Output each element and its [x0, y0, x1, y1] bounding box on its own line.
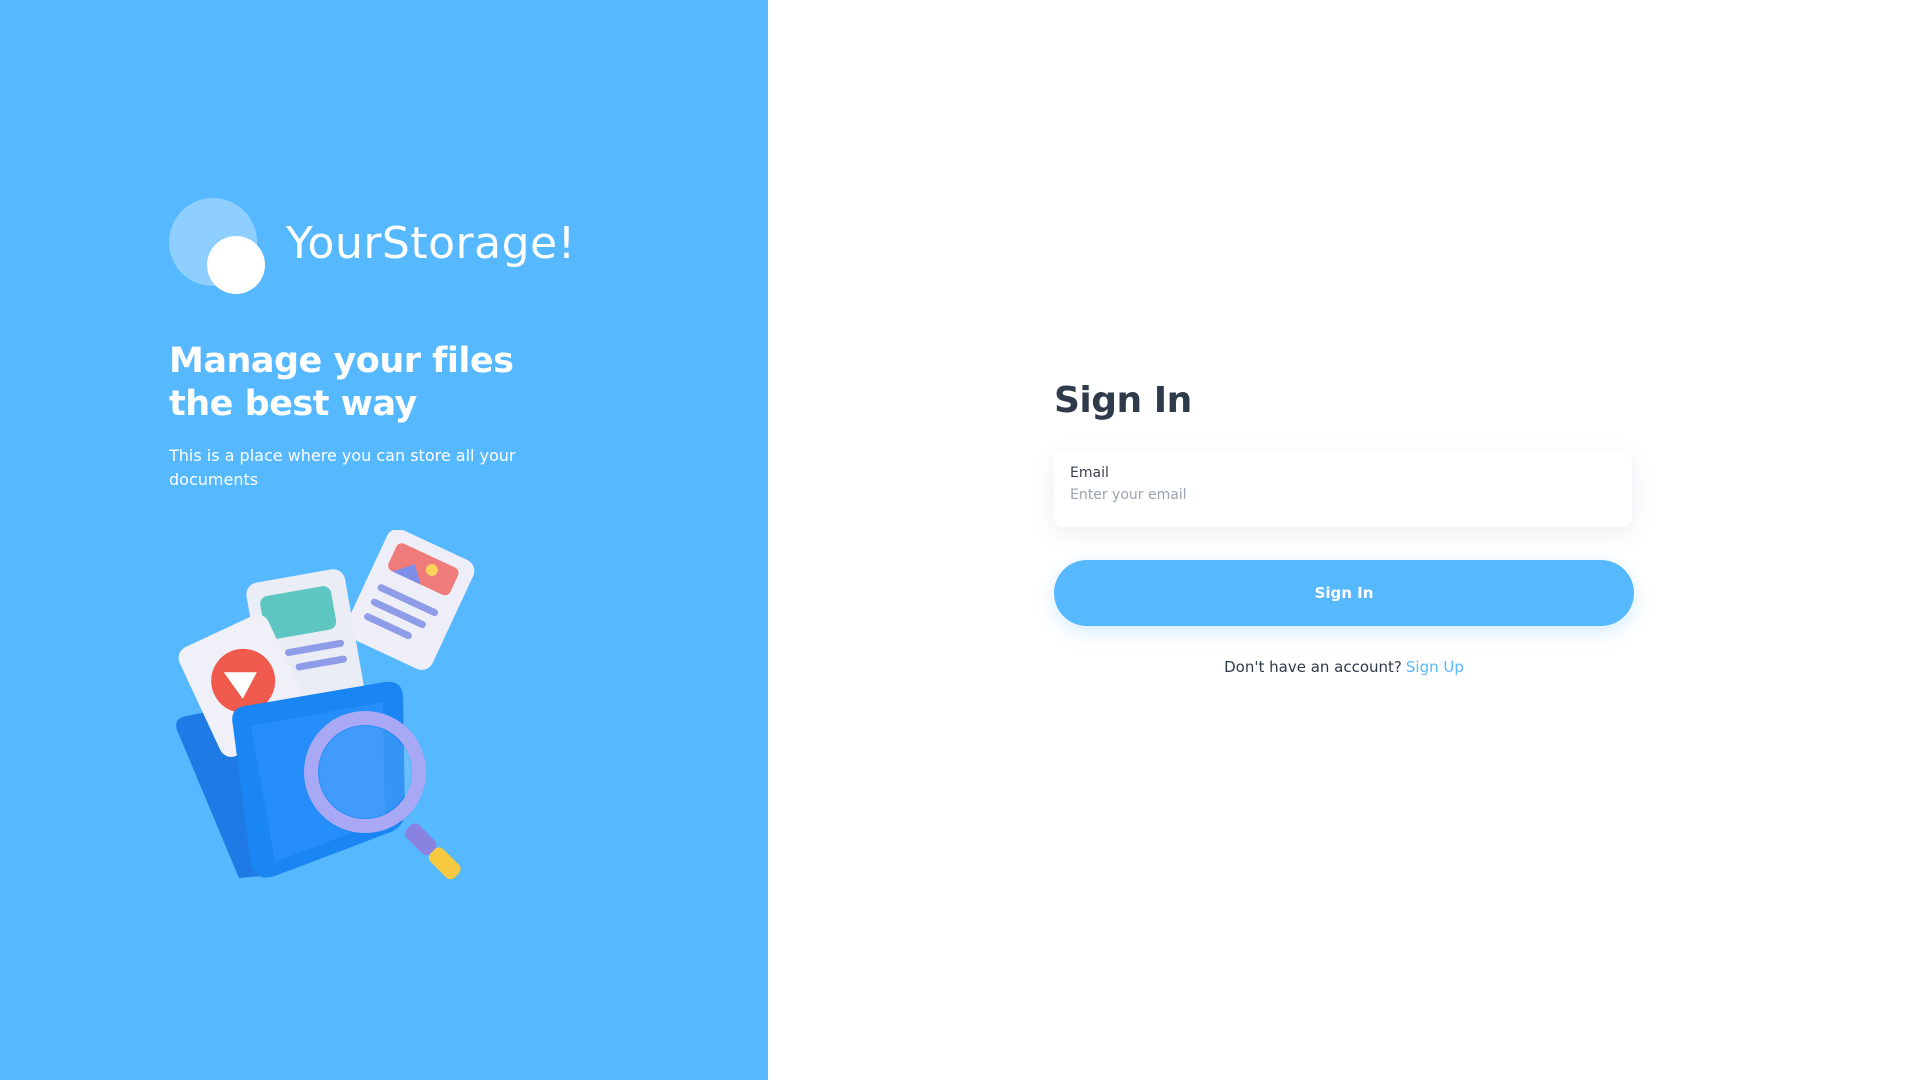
brand-panel: YourStorage! Manage your files the best …	[0, 0, 768, 1080]
brand-name: YourStorage!	[286, 218, 576, 269]
email-field-card[interactable]: Email	[1054, 451, 1632, 527]
signin-title: Sign In	[1054, 380, 1192, 421]
signup-prompt: Don't have an account? Sign Up	[1054, 658, 1634, 676]
signin-form: Sign In Email Sign In Don't have an acco…	[1054, 380, 1634, 676]
hero-title: Manage your files the best way	[169, 341, 514, 424]
no-account-text: Don't have an account?	[1224, 658, 1402, 676]
hero-subtitle: This is a place where you can store all …	[169, 446, 516, 489]
logo-icon	[169, 198, 269, 294]
signin-button[interactable]: Sign In	[1054, 560, 1634, 626]
signup-link[interactable]: Sign Up	[1406, 658, 1464, 676]
email-input[interactable]	[1070, 487, 1616, 503]
email-label: Email	[1070, 465, 1109, 481]
logo-circle-small	[207, 236, 265, 294]
folder-illustration-icon	[176, 530, 475, 880]
